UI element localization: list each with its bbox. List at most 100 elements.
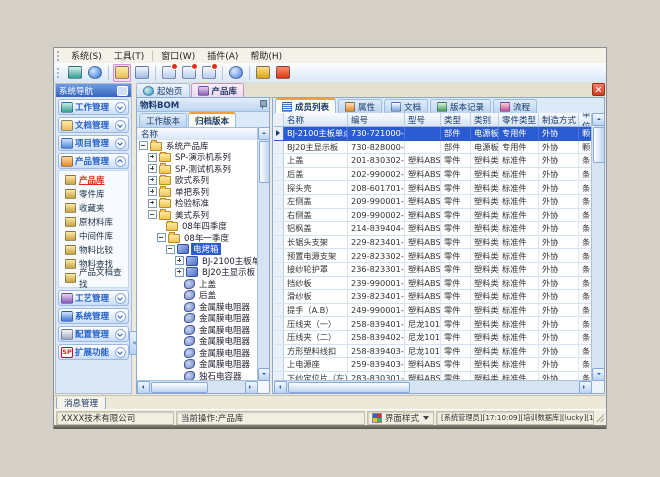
row-selector-cell[interactable] [274, 358, 284, 371]
sidebar-item-零件库[interactable]: 零件库 [59, 187, 128, 201]
globe-button[interactable] [86, 64, 104, 82]
bom-tab-工作版本[interactable]: 工作版本 [139, 113, 187, 127]
table-row[interactable]: 后盖202-990002-01X塑料ABS零件塑料类标准件外协条 [274, 168, 592, 182]
new-document-button[interactable] [160, 64, 178, 82]
tree-scrollbar-thumb[interactable] [259, 141, 270, 183]
row-selector-cell[interactable] [274, 331, 284, 344]
row-selector-cell[interactable] [274, 345, 284, 358]
tree-node[interactable]: SP-测试机系列 [137, 163, 258, 175]
tree-node[interactable]: 系统产品库 [137, 140, 258, 152]
tree-node[interactable]: BJ-2100主板单点 [137, 255, 258, 267]
table-scrollbar-thumb[interactable] [593, 127, 605, 163]
tree-node[interactable]: 金属膜电阻器 [137, 313, 258, 325]
lock-button[interactable] [254, 64, 272, 82]
row-selector-cell[interactable] [274, 209, 284, 222]
open-folder-button[interactable] [113, 64, 131, 82]
content-tab-属性[interactable]: 属性 [338, 99, 382, 113]
table-row[interactable]: BJ-2100主板单点730-721000-12X部件电源板专用件外协颗 [274, 127, 592, 141]
menu-item-0[interactable]: 系统(S) [65, 48, 108, 63]
exit-button[interactable] [274, 64, 292, 82]
pin-icon[interactable] [259, 100, 266, 109]
collapse-toggle-icon[interactable] [148, 210, 157, 219]
tab-起始页[interactable]: 起始页 [136, 83, 190, 97]
sidebar-item-产品库[interactable]: 产品库 [59, 173, 128, 187]
tree-node[interactable]: 美式系列 [137, 209, 258, 221]
expand-toggle-icon[interactable] [148, 153, 157, 162]
monitor-button[interactable] [66, 64, 84, 82]
row-selector-cell[interactable] [274, 181, 284, 194]
sidebar-group-配置管理[interactable]: 配置管理 [58, 326, 129, 342]
sidebar-item-收藏夹[interactable]: 收藏夹 [59, 201, 128, 215]
help-button[interactable] [227, 64, 245, 82]
content-tab-文档[interactable]: 文档 [384, 99, 428, 113]
document-close-button[interactable] [200, 64, 218, 82]
table-horizontal-scrollbar[interactable] [274, 380, 592, 393]
tree-scroll-up-button[interactable] [258, 127, 270, 140]
tree-node[interactable]: BJ20主显示板 [137, 267, 258, 279]
sidebar-group-工艺管理[interactable]: 工艺管理 [58, 290, 129, 306]
window-list-button[interactable] [133, 64, 151, 82]
chevron-down-icon[interactable] [115, 311, 126, 322]
sidebar-splitter[interactable]: « [132, 83, 135, 394]
table-row[interactable]: 铝枫盖214-839404-01X塑料ABS零件塑料类标准件外协条 [274, 222, 592, 236]
table-row[interactable]: 长锯头支架229-823401-00X塑料ABS零件塑料类标准件外协条 [274, 236, 592, 250]
chevron-up-icon[interactable] [115, 156, 126, 167]
column-header-类型[interactable]: 类型 [441, 113, 471, 126]
tree-node[interactable]: 金属膜电阻器 [137, 347, 258, 359]
chevron-down-icon[interactable] [115, 138, 126, 149]
resize-grip[interactable] [596, 414, 604, 422]
menu-item-2[interactable]: 窗口(W) [155, 48, 201, 63]
tree-node[interactable]: 金属膜电阻器 [137, 324, 258, 336]
table-row[interactable]: 左侧盖209-990001-01X塑料ABS零件塑料类标准件外协条 [274, 195, 592, 209]
row-selector-cell[interactable] [274, 195, 284, 208]
table-row[interactable]: 上盖201-830302-00X塑料ABS零件塑料类标准件外协条 [274, 154, 592, 168]
table-row[interactable]: 探头壳208-601701-01X塑料ABS零件塑料类标准件外协条 [274, 181, 592, 195]
content-tab-流程[interactable]: 流程 [493, 99, 537, 113]
tree-hscrollbar-thumb[interactable] [151, 382, 208, 393]
table-row[interactable]: 压线夹（一）258-839401-00X尼龙1010零件塑料类标准件外协条 [274, 317, 592, 331]
table-row[interactable]: 右侧盖209-990002-01X塑料ABS零件塑料类标准件外协条 [274, 209, 592, 223]
sidebar-item-物料比较[interactable]: 物料比较 [59, 243, 128, 257]
tree-horizontal-scrollbar[interactable] [137, 380, 258, 393]
tree-node[interactable]: 电烤箱 [137, 244, 258, 256]
tree-node[interactable]: 欧式系列 [137, 175, 258, 187]
tree-node[interactable]: 金属膜电阻器 [137, 336, 258, 348]
collapse-toggle-icon[interactable] [139, 141, 148, 150]
column-header-编号[interactable]: 编号 [348, 113, 405, 126]
content-tab-版本记录[interactable]: 版本记录 [430, 99, 491, 113]
document-refresh-button[interactable] [180, 64, 198, 82]
expand-toggle-icon[interactable] [148, 187, 157, 196]
sidebar-group-产品管理[interactable]: 产品管理 [58, 153, 129, 169]
sidebar-group-项目管理[interactable]: 项目管理 [58, 135, 129, 151]
row-selector-cell[interactable] [274, 222, 284, 235]
table-row[interactable]: 滑纱板239-823401-00X塑料ABS零件塑料类标准件外协条 [274, 290, 592, 304]
tree-scroll-right-button[interactable] [245, 381, 258, 394]
row-selector-cell[interactable] [274, 263, 284, 276]
tree-node[interactable]: 单把系列 [137, 186, 258, 198]
menu-item-3[interactable]: 插件(A) [201, 48, 244, 63]
sidebar-group-工作管理[interactable]: 工作管理 [58, 99, 129, 115]
sidebar-menu-icon[interactable] [117, 86, 128, 96]
collapse-toggle-icon[interactable] [157, 233, 166, 242]
table-vertical-scrollbar[interactable] [591, 113, 604, 381]
expand-toggle-icon[interactable] [148, 199, 157, 208]
row-selector-cell[interactable] [274, 141, 284, 154]
ui-style-dropdown[interactable]: 界面样式 [367, 411, 434, 425]
sidebar-item-原材料库[interactable]: 原材料库 [59, 215, 128, 229]
sidebar-item-中间件库[interactable]: 中间件库 [59, 229, 128, 243]
close-tab-button[interactable] [592, 83, 605, 96]
table-row[interactable]: 压线夹（二）258-839402-00X尼龙1010零件塑料类标准件外协条 [274, 331, 592, 345]
tree-node[interactable]: SP-演示机系列 [137, 152, 258, 164]
menu-grip[interactable] [57, 51, 62, 61]
row-selector-cell[interactable] [274, 317, 284, 330]
table-row[interactable]: 提手（A.B）249-990001-01X塑料ABS零件塑料类标准件外协条 [274, 304, 592, 318]
expand-toggle-icon[interactable] [148, 164, 157, 173]
expand-toggle-icon[interactable] [175, 256, 184, 265]
collapse-toggle-icon[interactable] [166, 245, 175, 254]
sidebar-group-扩展功能[interactable]: SP扩展功能 [58, 344, 129, 360]
tree-node[interactable]: 上盖 [137, 278, 258, 290]
expand-toggle-icon[interactable] [175, 268, 184, 277]
chevron-down-icon[interactable] [115, 120, 126, 131]
bom-tab-归档版本[interactable]: 归档版本 [188, 112, 236, 127]
table-hscrollbar-thumb[interactable] [288, 382, 410, 393]
